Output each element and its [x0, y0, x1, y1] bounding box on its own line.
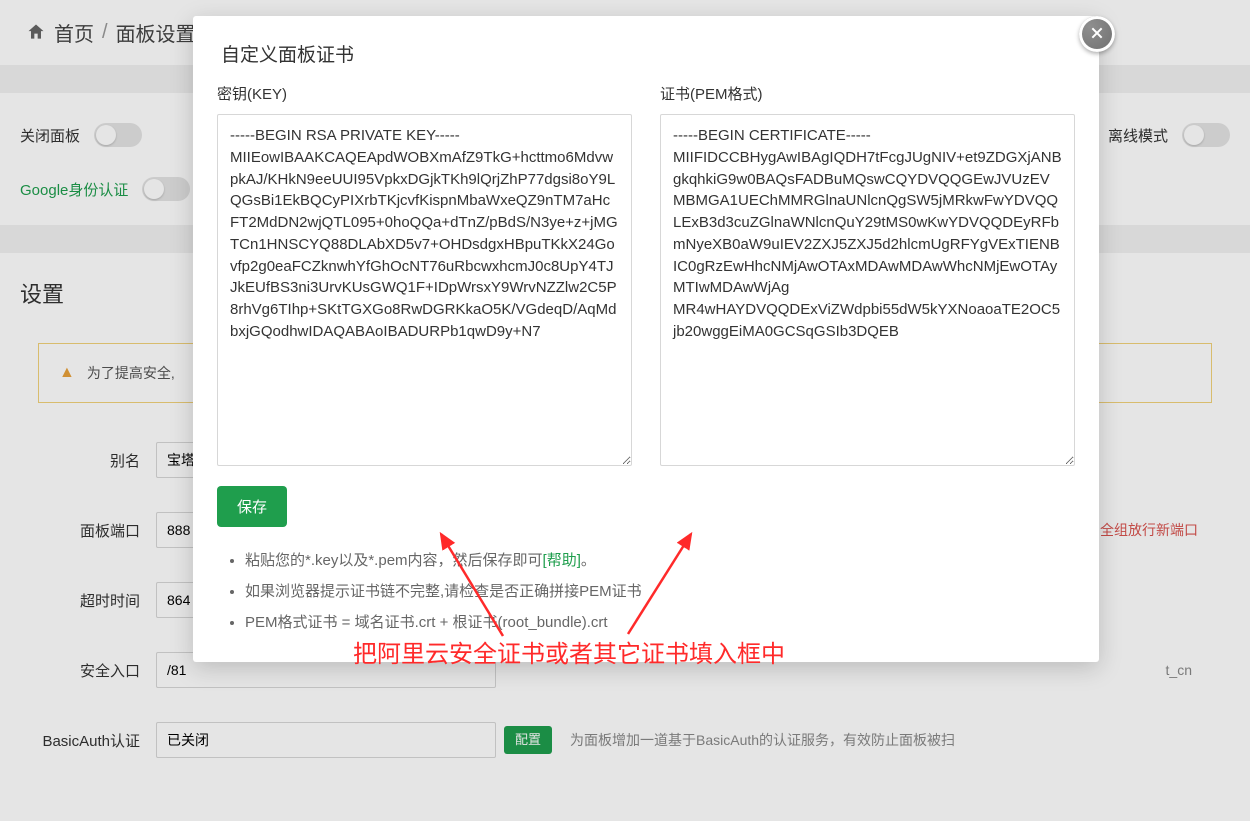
key-textarea[interactable]	[217, 114, 632, 466]
close-button[interactable]	[1079, 16, 1115, 52]
tip-item: PEM格式证书 = 域名证书.crt + 根证书(root_bundle).cr…	[245, 611, 1063, 632]
tips-list: 粘贴您的*.key以及*.pem内容，然后保存即可[帮助]。 如果浏览器提示证书…	[193, 535, 1099, 632]
tip-item: 粘贴您的*.key以及*.pem内容，然后保存即可[帮助]。	[245, 549, 1063, 570]
close-icon	[1089, 25, 1105, 44]
tip-text: 粘贴您的*.key以及*.pem内容，然后保存即可	[245, 552, 543, 569]
tip-item: 如果浏览器提示证书链不完整,请检查是否正确拼接PEM证书	[245, 580, 1063, 601]
tip-text: 。	[581, 552, 596, 569]
modal-title: 自定义面板证书	[193, 16, 1099, 83]
pem-label: 证书(PEM格式)	[660, 83, 1075, 104]
pem-textarea[interactable]	[660, 114, 1075, 466]
help-link[interactable]: [帮助]	[543, 552, 581, 569]
cert-modal: 自定义面板证书 密钥(KEY) 证书(PEM格式) 保存 粘贴您的*.key以及…	[193, 16, 1099, 662]
key-label: 密钥(KEY)	[217, 83, 632, 104]
save-button[interactable]: 保存	[217, 486, 287, 527]
